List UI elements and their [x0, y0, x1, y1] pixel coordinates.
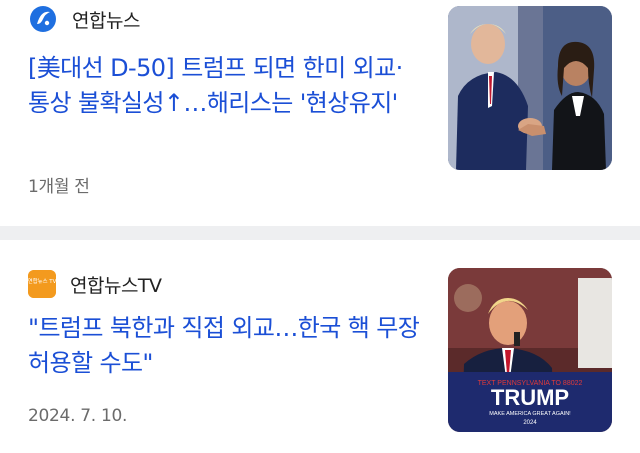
news-card[interactable]: 연합뉴스 [美대선 D-50] 트럼프 되면 한미 외교·통상 불확실성↑…해리… [0, 0, 640, 226]
source-name: 연합뉴스TV [70, 274, 162, 297]
source-name: 연합뉴스 [72, 9, 140, 32]
article-headline[interactable]: "트럼프 북한과 직접 외교…한국 핵 무장 허용할 수도" [28, 311, 420, 381]
article-time: 2024. 7. 10. [28, 406, 128, 426]
news-source: 연합뉴스 TV 연합뉴스TV [28, 270, 162, 298]
sign-sub-text: MAKE AMERICA GREAT AGAIN! [489, 411, 571, 417]
news-card[interactable]: 연합뉴스 TV 연합뉴스TV "트럼프 북한과 직접 외교…한국 핵 무장 허용… [0, 240, 640, 453]
article-time: 1개월 전 [28, 177, 90, 197]
sign-year-text: 2024 [523, 420, 537, 426]
tv-logo-text: 연합뉴스 TV [28, 277, 56, 285]
article-thumbnail[interactable] [448, 6, 612, 170]
sign-main-text: TRUMP [491, 385, 569, 410]
yonhap-logo-icon [28, 4, 58, 34]
news-source: 연합뉴스 [28, 4, 140, 34]
yonhap-tv-logo-icon: 연합뉴스 TV [28, 270, 56, 298]
article-thumbnail[interactable]: TEXT PENNSYLVANIA TO 88022 TRUMP MAKE AM… [448, 268, 612, 432]
card-divider [0, 226, 640, 240]
article-headline[interactable]: [美대선 D-50] 트럼프 되면 한미 외교·통상 불확실성↑…해리스는 '현… [28, 51, 420, 121]
